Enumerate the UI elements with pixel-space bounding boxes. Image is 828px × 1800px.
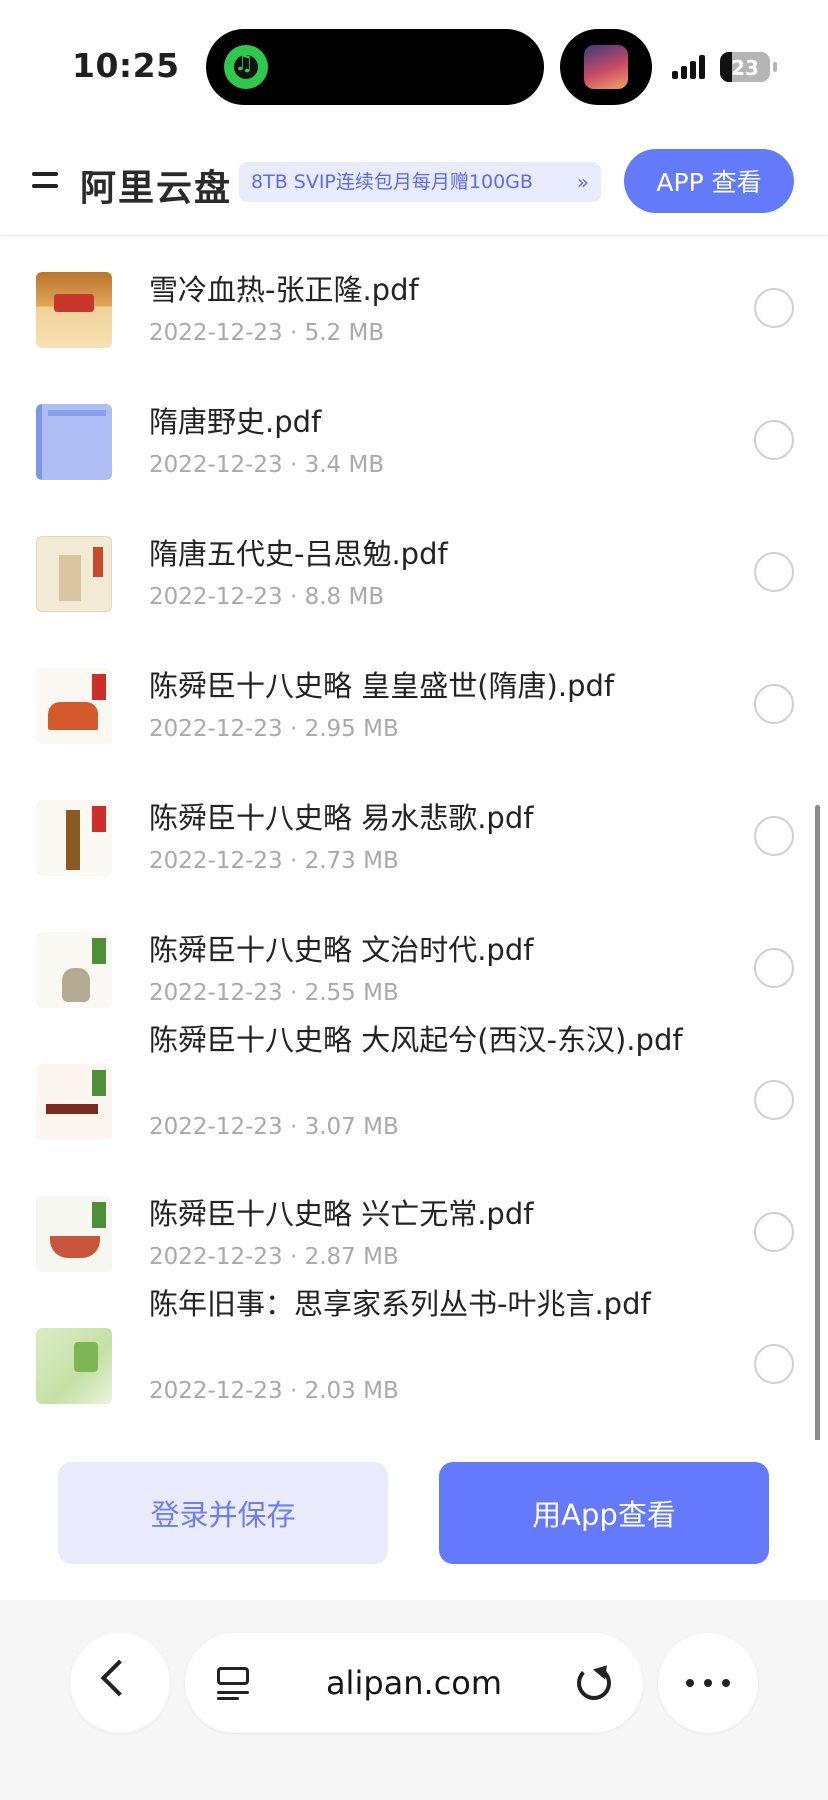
file-name: 雪冷血热-张正隆.pdf: [149, 273, 419, 307]
file-size: 3.07 MB: [304, 1114, 399, 1140]
file-size: 5.2 MB: [304, 320, 385, 346]
pdf-cover-thumbnail: [36, 536, 112, 612]
battery-cap: [773, 62, 777, 72]
file-name: 隋唐五代史-吕思勉.pdf: [149, 537, 448, 571]
file-meta: 2022-12-23 · 8.8 MB: [149, 584, 385, 610]
select-radio[interactable]: [754, 816, 794, 856]
select-radio[interactable]: [754, 288, 794, 328]
list-item[interactable]: 陈舜臣十八史略 兴亡无常.pdf 2022-12-23 · 2.87 MB: [0, 1164, 828, 1296]
file-name: 陈舜臣十八史略 兴亡无常.pdf: [149, 1197, 534, 1231]
more-button[interactable]: [658, 1633, 758, 1733]
select-radio[interactable]: [754, 420, 794, 460]
file-name: 陈舜臣十八史略 大风起兮(西汉-东汉).pdf: [149, 1023, 683, 1057]
app-view-button[interactable]: APP 查看: [624, 149, 794, 213]
signal-icon: [672, 55, 710, 79]
select-radio[interactable]: [754, 552, 794, 592]
now-playing-island[interactable]: [560, 29, 652, 105]
menu-icon[interactable]: [32, 172, 58, 192]
file-date: 2022-12-23: [149, 980, 283, 1006]
file-name: 隋唐野史.pdf: [149, 405, 322, 439]
file-size: 2.55 MB: [304, 980, 399, 1006]
file-name: 陈舜臣十八史略 文治时代.pdf: [149, 933, 534, 967]
file-size: 2.73 MB: [304, 848, 399, 874]
url-text: alipan.com: [325, 1664, 503, 1702]
file-date: 2022-12-23: [149, 1378, 283, 1404]
select-radio[interactable]: [754, 1344, 794, 1384]
app-header: 阿里云盘 8TB SVIP连续包月每月赠100GB » APP 查看: [0, 130, 828, 236]
pdf-cover-thumbnail: [36, 272, 112, 348]
select-radio[interactable]: [754, 684, 794, 724]
login-save-button[interactable]: 登录并保存: [58, 1462, 388, 1564]
pdf-cover-thumbnail: [36, 932, 112, 1008]
file-meta: 2022-12-23 · 5.2 MB: [149, 320, 385, 346]
file-name: 陈年旧事：思享家系列丛书-叶兆言.pdf: [149, 1287, 651, 1321]
file-date: 2022-12-23: [149, 320, 283, 346]
action-bar: 登录并保存 用App查看: [0, 1440, 828, 1600]
file-size: 8.8 MB: [304, 584, 385, 610]
file-meta: 2022-12-23 · 3.07 MB: [149, 1114, 399, 1140]
file-size: 2.03 MB: [304, 1378, 399, 1404]
list-item[interactable]: 陈舜臣十八史略 大风起兮(西汉-东汉).pdf 2022-12-23 · 3.0…: [0, 1023, 828, 1164]
file-size: 2.95 MB: [304, 716, 399, 742]
file-date: 2022-12-23: [149, 716, 283, 742]
browser-toolbar: alipan.com: [0, 1600, 828, 1800]
open-in-app-button[interactable]: 用App查看: [439, 1462, 769, 1564]
brand-title: 阿里云盘: [80, 168, 233, 209]
file-meta: 2022-12-23 · 2.73 MB: [149, 848, 399, 874]
file-name: 陈舜臣十八史略 易水悲歌.pdf: [149, 801, 534, 835]
file-date: 2022-12-23: [149, 452, 283, 478]
file-date: 2022-12-23: [149, 1114, 283, 1140]
select-radio[interactable]: [754, 1080, 794, 1120]
file-meta: 2022-12-23 · 2.87 MB: [149, 1244, 399, 1270]
select-radio[interactable]: [754, 1212, 794, 1252]
list-item[interactable]: 隋唐五代史-吕思勉.pdf 2022-12-23 · 8.8 MB: [0, 504, 828, 636]
pdf-cover-thumbnail: [36, 1064, 112, 1140]
back-icon: [100, 1659, 138, 1697]
reload-icon[interactable]: [577, 1666, 611, 1700]
select-radio[interactable]: [754, 948, 794, 988]
scrollbar[interactable]: [815, 805, 820, 1480]
file-date: 2022-12-23: [149, 584, 283, 610]
file-meta: 2022-12-23 · 2.55 MB: [149, 980, 399, 1006]
file-name: 陈舜臣十八史略 皇皇盛世(隋唐).pdf: [149, 669, 615, 703]
list-item[interactable]: 陈舜臣十八史略 文治时代.pdf 2022-12-23 · 2.55 MB: [0, 900, 828, 1032]
list-item[interactable]: 隋唐野史.pdf 2022-12-23 · 3.4 MB: [0, 372, 828, 504]
status-time: 10:25: [72, 46, 180, 85]
pdf-cover-thumbnail: [36, 404, 112, 480]
back-button[interactable]: [70, 1633, 170, 1733]
music-icon: [224, 45, 268, 89]
file-meta: 2022-12-23 · 3.4 MB: [149, 452, 385, 478]
file-meta: 2022-12-23 · 2.95 MB: [149, 716, 399, 742]
pdf-cover-thumbnail: [36, 1196, 112, 1272]
dynamic-island[interactable]: [206, 29, 544, 105]
list-item[interactable]: 陈舜臣十八史略 易水悲歌.pdf 2022-12-23 · 2.73 MB: [0, 768, 828, 900]
more-icon: [686, 1679, 730, 1687]
promo-banner[interactable]: 8TB SVIP连续包月每月赠100GB »: [239, 162, 601, 202]
file-size: 3.4 MB: [304, 452, 385, 478]
list-item[interactable]: 陈年旧事：思享家系列丛书-叶兆言.pdf 2022-12-23 · 2.03 M…: [0, 1287, 828, 1428]
promo-text: 8TB SVIP连续包月每月赠100GB: [251, 171, 533, 193]
list-item[interactable]: 雪冷血热-张正隆.pdf 2022-12-23 · 5.2 MB: [0, 240, 828, 372]
file-date: 2022-12-23: [149, 848, 283, 874]
address-bar[interactable]: alipan.com: [185, 1633, 643, 1733]
status-bar: 10:25 23: [0, 0, 828, 130]
battery-percent: 23: [731, 56, 759, 80]
chevron-right-icon: »: [576, 170, 589, 194]
album-art-icon: [584, 45, 628, 89]
pdf-cover-thumbnail: [36, 1328, 112, 1404]
file-size: 2.87 MB: [304, 1244, 399, 1270]
pdf-cover-thumbnail: [36, 668, 112, 744]
file-meta: 2022-12-23 · 2.03 MB: [149, 1378, 399, 1404]
file-date: 2022-12-23: [149, 1244, 283, 1270]
battery-icon: 23: [720, 52, 770, 82]
pdf-cover-thumbnail: [36, 800, 112, 876]
list-item[interactable]: 陈舜臣十八史略 皇皇盛世(隋唐).pdf 2022-12-23 · 2.95 M…: [0, 636, 828, 768]
